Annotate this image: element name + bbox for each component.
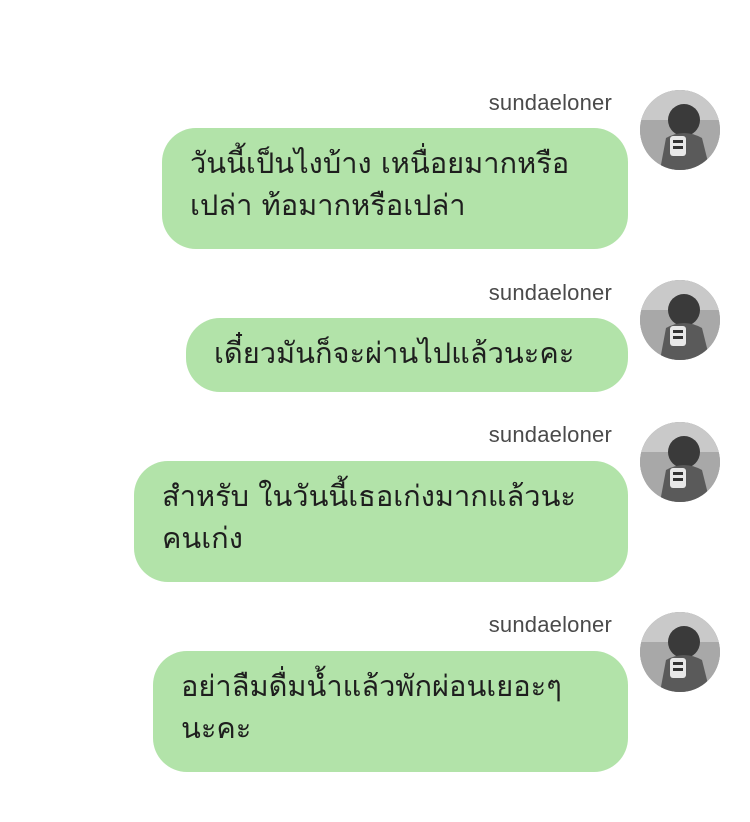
sender-name: sundaeloner (488, 422, 612, 447)
sender-name: sundaeloner (488, 280, 612, 305)
sender-name: sundaeloner (488, 90, 612, 115)
avatar[interactable] (640, 280, 720, 360)
avatar-photo-icon (640, 280, 720, 360)
message-line: สำหรับ ในวันนี้เธอเก่งมากแล้วนะ (162, 479, 576, 513)
message-line: นะคะ (181, 711, 252, 745)
message-bubble[interactable]: สำหรับ ในวันนี้เธอเก่งมากแล้วนะ คนเก่ง (134, 461, 628, 582)
message-bubble[interactable]: เดี๋ยวมันก็จะผ่านไปแล้วนะคะ (186, 318, 628, 392)
message-line: คนเก่ง (162, 521, 243, 555)
message-line: วันนี้เป็นไงบ้าง เหนื่อยมากหรือ (190, 146, 570, 180)
message-bubble[interactable]: อย่าลืมดื่มน้ำแล้วพักผ่อนเยอะๆ นะคะ (153, 651, 628, 772)
message-bubble[interactable]: วันนี้เป็นไงบ้าง เหนื่อยมากหรือ เปล่า ท้… (162, 128, 628, 249)
avatar-photo-icon (640, 612, 720, 692)
avatar[interactable] (640, 612, 720, 692)
avatar-photo-icon (640, 422, 720, 502)
message-line: เดี๋ยวมันก็จะผ่านไปแล้วนะคะ (214, 336, 575, 370)
message-line: อย่าลืมดื่มน้ำแล้วพักผ่อนเยอะๆ (181, 669, 562, 703)
avatar[interactable] (640, 90, 720, 170)
sender-name: sundaeloner (488, 612, 612, 637)
message-line: เปล่า ท้อมากหรือเปล่า (190, 188, 466, 222)
avatar-photo-icon (640, 90, 720, 170)
avatar[interactable] (640, 422, 720, 502)
